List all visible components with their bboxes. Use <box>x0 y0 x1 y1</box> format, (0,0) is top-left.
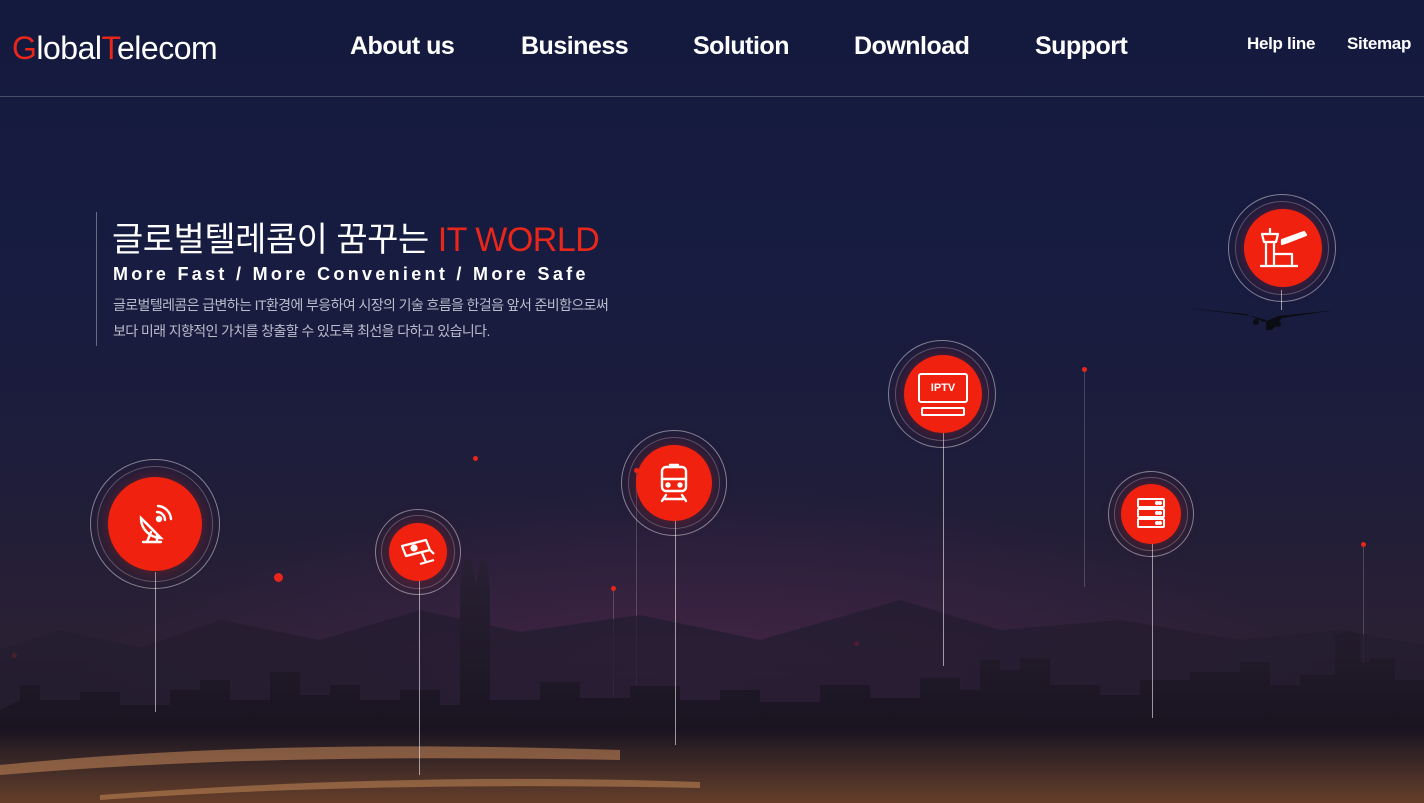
logo[interactable]: GlobalTelecom <box>12 30 218 67</box>
server-rack-icon <box>1137 498 1165 528</box>
sitemap-link[interactable]: Sitemap <box>1347 34 1411 54</box>
decor-dot <box>1082 367 1087 372</box>
hero-title: 글로벌텔레콤이 꿈꾸는 IT WORLD <box>112 212 600 261</box>
service-cctv[interactable] <box>375 509 461 595</box>
nav-about-us[interactable]: About us <box>350 32 455 61</box>
hero-title-accent: IT WORLD <box>437 221 600 259</box>
service-core <box>389 523 447 581</box>
iptv-label: IPTV <box>930 381 956 394</box>
nav-support[interactable]: Support <box>1035 32 1128 61</box>
hero-text-block: 글로벌텔레콤이 꿈꾸는 IT WORLD More Fast / More Co… <box>96 212 636 346</box>
nav-business[interactable]: Business <box>521 32 629 61</box>
logo-lobal: lobal <box>36 30 102 66</box>
service-airport[interactable] <box>1228 194 1336 302</box>
hero-title-main: 글로벌텔레콤이 꿈꾸는 <box>112 221 438 259</box>
logo-g: G <box>12 30 37 66</box>
logo-elecom: elecom <box>117 30 218 66</box>
hero-background: IPTV 글로벌텔레콤이 꿈꾸는 IT WORLD More Fast / Mo… <box>0 0 1424 803</box>
pin-line <box>155 572 156 712</box>
help-line-link[interactable]: Help line <box>1247 34 1315 54</box>
decor-dot <box>1361 542 1366 547</box>
pin-line <box>1152 543 1153 718</box>
site-header: GlobalTelecom About us Business Solution… <box>0 0 1424 97</box>
airport-tower-icon <box>1260 228 1308 268</box>
service-core: IPTV <box>904 355 982 433</box>
hero-description-line: 보다 미래 지향적인 가치를 창출할 수 있도록 최선을 다하고 있습니다. <box>113 323 490 339</box>
iptv-icon: IPTV <box>918 372 968 403</box>
decor-dot <box>473 456 478 461</box>
service-core <box>1121 484 1181 544</box>
service-satellite[interactable] <box>90 459 220 589</box>
service-iptv[interactable]: IPTV <box>888 340 996 448</box>
city-skyline <box>0 560 1424 803</box>
service-core <box>1244 209 1322 287</box>
hero-description-line: 글로벌텔레콤은 급변하는 IT환경에 부응하여 시장의 기술 흐름을 한걸음 앞… <box>113 297 609 313</box>
hero-description: 글로벌텔레콤은 급변하는 IT환경에 부응하여 시장의 기술 흐름을 한걸음 앞… <box>113 292 633 344</box>
service-core <box>636 445 712 521</box>
satellite-dish-icon <box>139 504 173 544</box>
logo-t: T <box>101 30 118 66</box>
hero-subtitle: More Fast / More Convenient / More Safe <box>113 264 589 284</box>
decor-line <box>1084 372 1085 587</box>
nav-solution[interactable]: Solution <box>693 32 789 61</box>
nav-download[interactable]: Download <box>854 32 970 61</box>
pin-line <box>943 428 944 666</box>
iptv-stand <box>921 406 965 416</box>
cctv-camera-icon <box>400 538 435 566</box>
pin-line <box>675 515 676 745</box>
service-server[interactable] <box>1108 471 1194 557</box>
train-icon <box>660 463 688 503</box>
pin-line <box>419 575 420 775</box>
service-train[interactable] <box>621 430 727 536</box>
service-core <box>108 477 202 571</box>
